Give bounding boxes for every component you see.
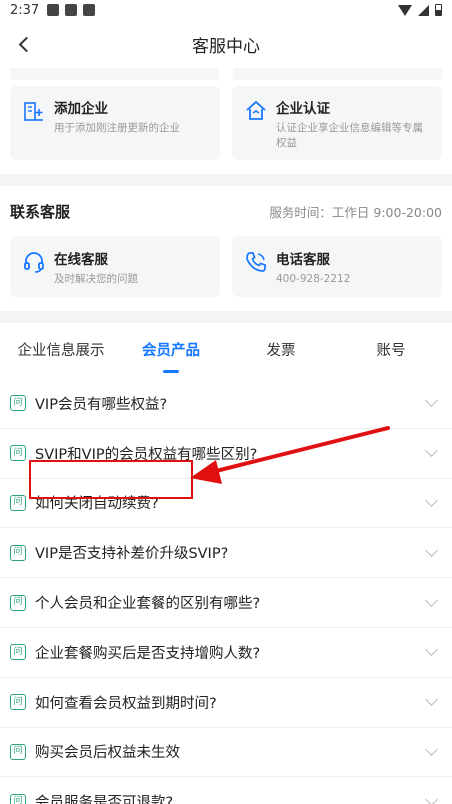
chevron-down-icon — [425, 394, 438, 408]
card-desc: 400-928-2212 — [276, 273, 351, 285]
question-icon: 问 — [10, 494, 26, 511]
faq-question: 如何关闭自动续费? — [35, 496, 159, 513]
back-button[interactable] — [10, 30, 38, 58]
headset-icon — [24, 252, 44, 273]
card-title: 企业认证 — [276, 101, 330, 117]
faq-item[interactable]: 问如何查看会员权益到期时间? — [0, 678, 452, 728]
faq-list: 问 VIP会员有哪些权益? 问 SVIP和VIP的会员权益有哪些区别? 问如何关闭自… — [0, 379, 452, 804]
question-icon: 问 — [10, 594, 26, 611]
nav-bar: 客服中心 — [0, 20, 452, 68]
divider — [0, 311, 452, 323]
card-desc: 认证企业享企业信息编辑等专属权益 — [276, 122, 423, 149]
wifi-icon — [398, 4, 412, 16]
online-service-card[interactable]: 在线客服 及时解决您的问题 — [10, 236, 220, 297]
faq-item[interactable]: 问如何关闭自动续费? — [0, 479, 452, 529]
status-time: 2:37 — [10, 2, 40, 18]
question-icon: 问 — [10, 644, 26, 661]
phone-service-card[interactable]: 电话客服 400-928-2212 — [232, 236, 442, 297]
phone-icon — [246, 252, 266, 272]
battery-icon — [435, 4, 442, 16]
card-title: 添加企业 — [54, 101, 108, 117]
faq-item[interactable]: 问个人会员和企业套餐的区别有哪些? — [0, 578, 452, 628]
notification-icon — [47, 4, 60, 16]
chevron-down-icon — [425, 444, 438, 458]
chevron-down-icon — [425, 543, 438, 557]
faq-question: 个人会员和企业套餐的区别有哪些? — [35, 596, 261, 613]
page-title: 客服中心 — [192, 36, 260, 57]
scrolled-cards-edge — [10, 68, 442, 80]
app-notification-icon — [65, 4, 78, 16]
building-add-icon — [24, 102, 43, 121]
question-icon: 问 — [10, 544, 26, 561]
faq-item[interactable]: 问 SVIP和VIP的会员权益有哪些区别? — [0, 429, 452, 479]
faq-question: VIP是否支持补差价升级SVIP? — [35, 546, 229, 563]
faq-question: SVIP和VIP的会员权益有哪些区别? — [35, 446, 258, 463]
chevron-down-icon — [425, 693, 438, 707]
faq-item[interactable]: 问企业套餐购买后是否支持增购人数? — [0, 628, 452, 678]
contact-section: 联系客服 服务时间：工作日 9:00-20:00 在线客服 及时解决您的问题 电… — [0, 186, 452, 311]
card-desc: 用于添加刚注册更新的企业 — [54, 122, 180, 134]
notification-icon-2 — [83, 4, 96, 16]
faq-question: 如何查看会员权益到期时间? — [35, 695, 217, 712]
faq-item[interactable]: 问会员服务是否可退款? — [0, 777, 452, 804]
faq-item[interactable]: 问 VIP会员有哪些权益? — [0, 379, 452, 429]
tab-enterprise-info[interactable]: 企业信息展示 — [6, 323, 116, 379]
chevron-left-icon — [18, 36, 35, 52]
tab-account[interactable]: 账号 — [336, 323, 446, 379]
faq-item[interactable]: 问 VIP是否支持补差价升级SVIP? — [0, 528, 452, 579]
signal-icon — [418, 4, 429, 16]
faq-section: 企业信息展示 会员产品 发票 账号 问 VIP会员有哪些权益? 问 SVIP和VIP… — [0, 323, 452, 804]
home-certify-icon — [246, 100, 266, 120]
question-icon: 问 — [10, 395, 26, 412]
status-bar: 2:37 — [0, 0, 452, 20]
service-time: 服务时间：工作日 9:00-20:00 — [269, 204, 442, 220]
faq-question: 企业套餐购买后是否支持增购人数? — [35, 645, 261, 662]
question-icon: 问 — [10, 445, 26, 462]
chevron-down-icon — [425, 643, 438, 657]
enterprise-section: 添加企业 用于添加刚注册更新的企业 企业认证 认证企业享企业信息编辑等专属权益 — [0, 68, 452, 174]
tab-membership[interactable]: 会员产品 — [116, 323, 226, 379]
card-title: 电话客服 — [276, 252, 330, 268]
contact-heading: 联系客服 — [10, 202, 71, 221]
faq-item[interactable]: 问购买会员后权益未生效 — [0, 728, 452, 778]
chevron-down-icon — [425, 593, 438, 607]
faq-question: 会员服务是否可退款? — [35, 795, 174, 804]
chevron-down-icon — [425, 494, 438, 507]
chevron-down-icon — [425, 792, 438, 804]
question-icon: 问 — [10, 743, 26, 760]
faq-tabs: 企业信息展示 会员产品 发票 账号 — [0, 323, 452, 379]
question-icon: 问 — [10, 694, 26, 711]
faq-question: 购买会员后权益未生效 — [35, 745, 180, 762]
card-desc: 及时解决您的问题 — [54, 273, 138, 285]
faq-question: VIP会员有哪些权益? — [35, 396, 168, 413]
tab-invoice[interactable]: 发票 — [226, 323, 336, 379]
enterprise-certification-card[interactable]: 企业认证 认证企业享企业信息编辑等专属权益 — [232, 86, 442, 160]
question-icon: 问 — [10, 793, 26, 804]
add-enterprise-card[interactable]: 添加企业 用于添加刚注册更新的企业 — [10, 86, 220, 160]
divider — [0, 174, 452, 186]
card-title: 在线客服 — [54, 252, 108, 268]
chevron-down-icon — [425, 743, 438, 756]
